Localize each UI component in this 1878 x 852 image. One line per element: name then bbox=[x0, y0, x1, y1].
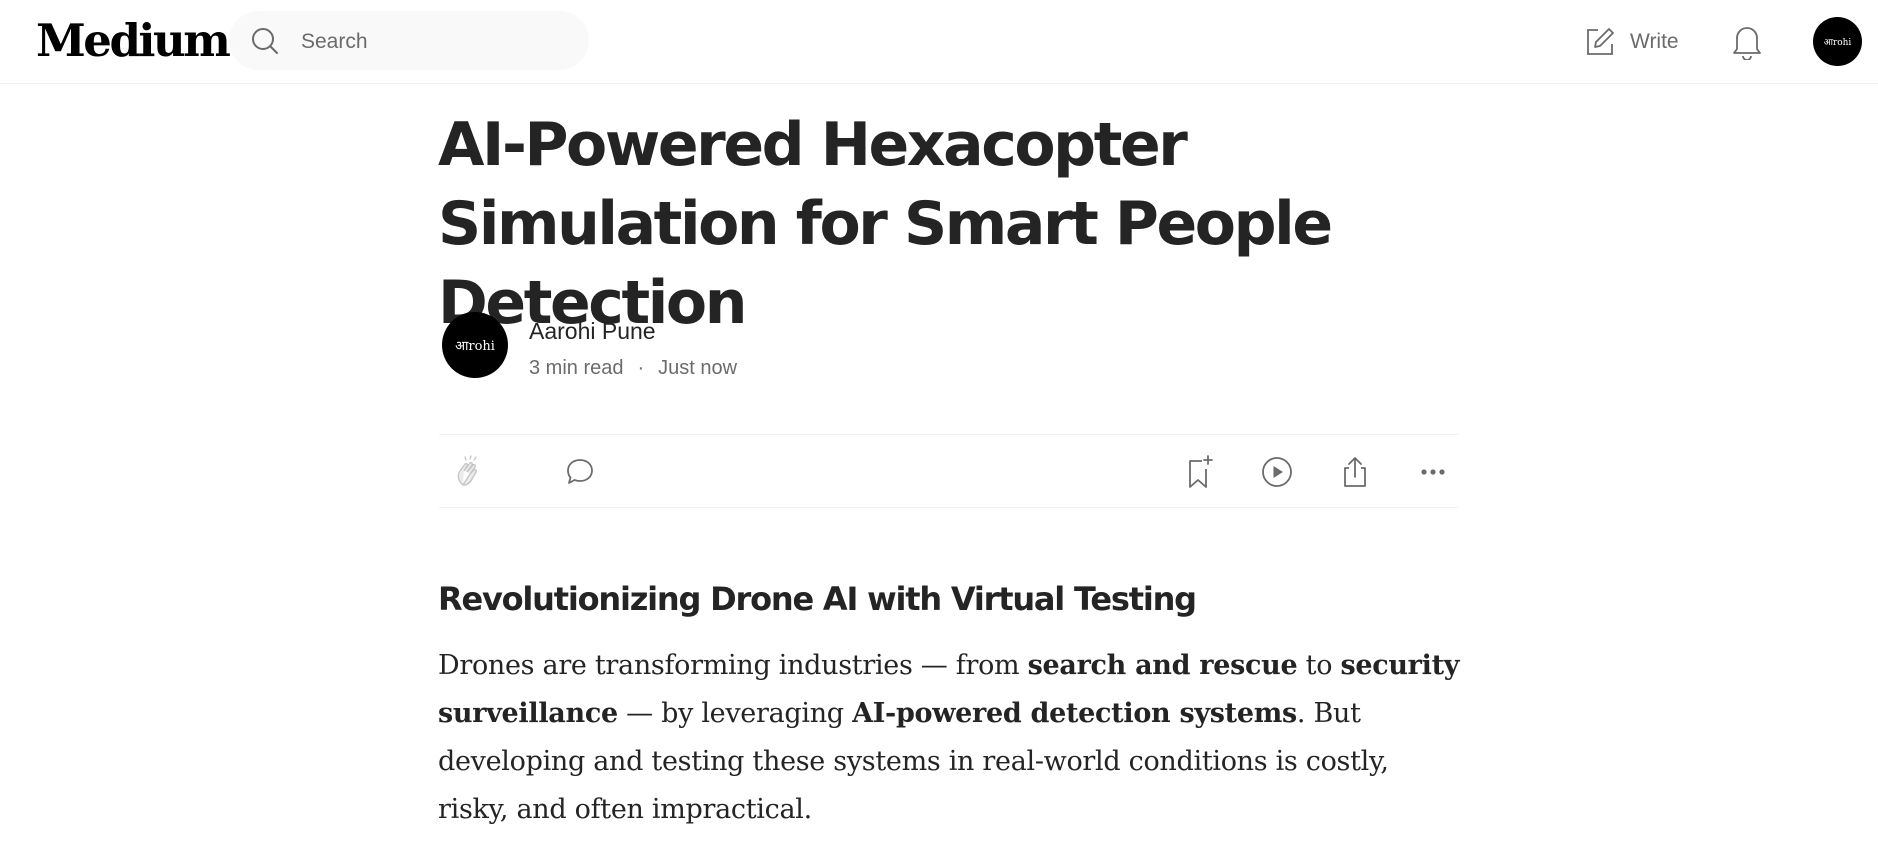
comment-button[interactable] bbox=[563, 455, 597, 489]
article-meta: 3 min read · Just now bbox=[529, 357, 737, 380]
notifications-button[interactable] bbox=[1730, 22, 1764, 65]
write-label: Write bbox=[1630, 30, 1679, 53]
medium-logo[interactable]: Medium bbox=[36, 14, 231, 67]
bell-icon bbox=[1733, 27, 1761, 61]
paragraph-text: — by leveraging bbox=[617, 698, 853, 729]
paragraph-text: to bbox=[1297, 650, 1341, 681]
read-time: 3 min read bbox=[529, 357, 624, 379]
clap-icon bbox=[457, 455, 477, 486]
share-button[interactable] bbox=[1338, 455, 1372, 489]
paragraph-bold-text: AI-powered detection systems bbox=[852, 698, 1297, 729]
top-navigation-bar: Medium Write आrohi bbox=[0, 0, 1878, 84]
author-avatar[interactable]: आrohi bbox=[442, 312, 508, 378]
article-paragraph: Drones are transforming industries — fro… bbox=[438, 642, 1463, 834]
listen-button[interactable] bbox=[1260, 455, 1294, 489]
more-options-button[interactable] bbox=[1416, 455, 1450, 489]
user-avatar[interactable]: आrohi bbox=[1813, 17, 1862, 66]
bookmark-add-icon bbox=[1189, 455, 1213, 488]
section-heading: Revolutionizing Drone AI with Virtual Te… bbox=[438, 580, 1197, 618]
article-title: AI-Powered Hexacopter Simulation for Sma… bbox=[438, 110, 1333, 338]
search-icon bbox=[252, 28, 278, 54]
share-icon bbox=[1344, 457, 1366, 487]
paragraph-text: Drones are transforming industries — fro… bbox=[438, 650, 1028, 681]
search-input[interactable] bbox=[299, 11, 573, 72]
more-icon bbox=[1421, 469, 1445, 475]
article-action-bar bbox=[439, 434, 1459, 508]
paragraph-bold-text: search and rescue bbox=[1027, 650, 1298, 681]
author-name[interactable]: Aarohi Pune bbox=[529, 318, 656, 345]
publish-time: Just now bbox=[658, 357, 738, 379]
bookmark-button[interactable] bbox=[1182, 455, 1216, 491]
write-button[interactable]: Write bbox=[1584, 22, 1679, 62]
meta-separator: · bbox=[637, 357, 645, 379]
comment-icon bbox=[567, 459, 593, 484]
write-icon bbox=[1587, 28, 1614, 55]
clap-button[interactable] bbox=[453, 455, 487, 489]
play-icon bbox=[1262, 457, 1292, 487]
search-box[interactable] bbox=[229, 11, 589, 72]
